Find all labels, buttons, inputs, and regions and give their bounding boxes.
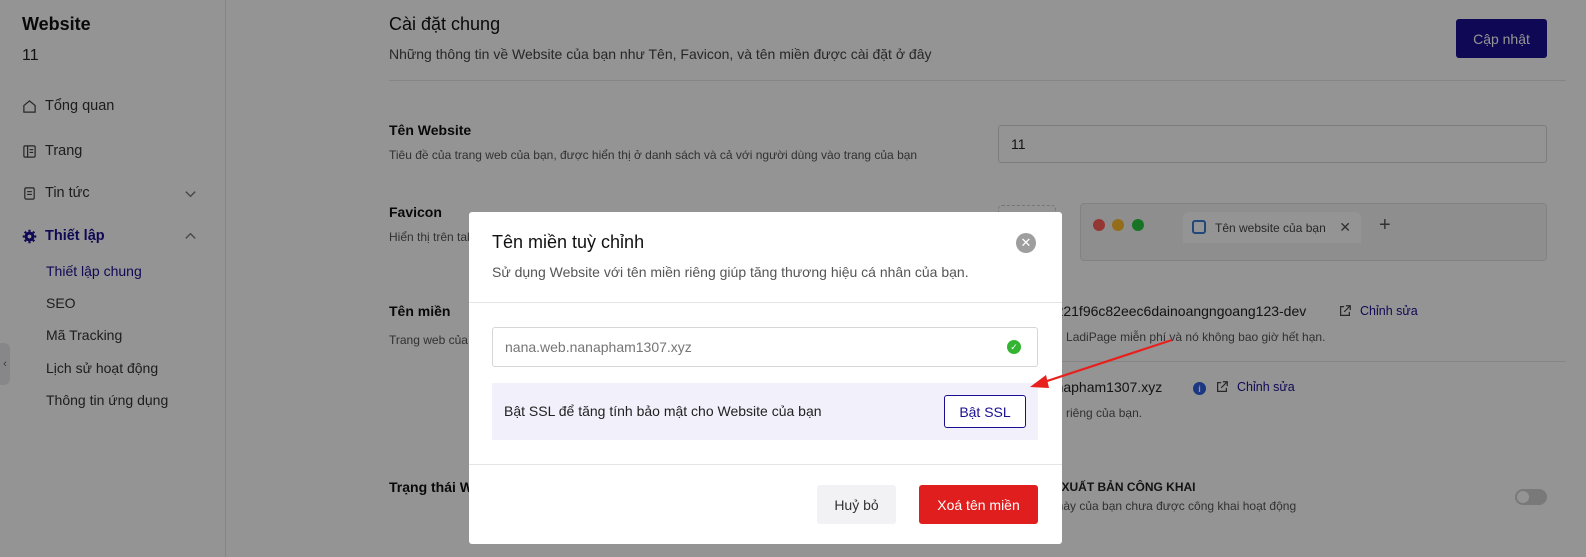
domain-input[interactable]	[492, 327, 1038, 367]
modal-title: Tên miền tuỳ chỉnh	[492, 232, 645, 252]
ssl-panel: Bật SSL để tăng tính bảo mật cho Website…	[492, 383, 1038, 440]
close-icon[interactable]: ✕	[1016, 233, 1036, 253]
custom-domain-modal: Tên miền tuỳ chỉnh Sử dụng Website với t…	[469, 212, 1062, 544]
check-icon: ✓	[1007, 340, 1021, 354]
delete-domain-button[interactable]: Xoá tên miền	[919, 485, 1038, 524]
enable-ssl-button[interactable]: Bật SSL	[944, 395, 1026, 428]
modal-description: Sử dụng Website với tên miền riêng giúp …	[492, 264, 969, 280]
modal-footer-divider	[469, 464, 1062, 465]
cancel-button[interactable]: Huỷ bỏ	[817, 485, 896, 524]
ssl-description: Bật SSL để tăng tính bảo mật cho Website…	[504, 403, 822, 419]
modal-header-divider	[469, 302, 1062, 303]
